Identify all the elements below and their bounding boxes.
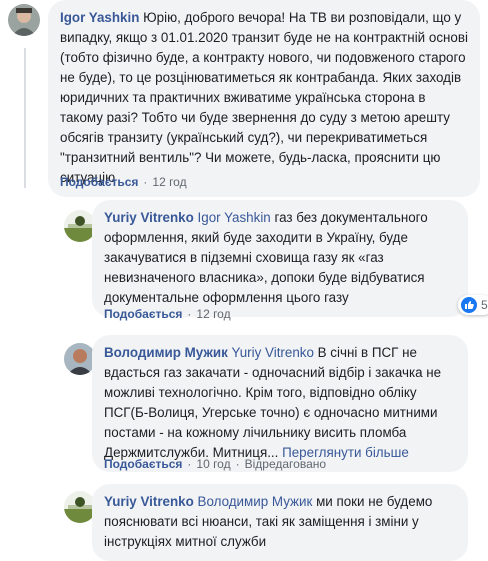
comment-bubble: Igor Yashkin Юрію, доброго вечора! На ТВ… xyxy=(48,0,480,197)
like-button[interactable]: Подобається xyxy=(104,307,182,321)
timestamp[interactable]: 12 год xyxy=(152,175,186,189)
comment-meta: Подобається · 10 год · Відредаговано xyxy=(104,457,327,471)
edited-label[interactable]: Відредаговано xyxy=(245,457,326,471)
reply-bubble: Yuriy Vitrenko Igor Yashkin газ без доку… xyxy=(92,200,468,317)
comment-author[interactable]: Yuriy Vitrenko xyxy=(104,210,194,225)
comment-author[interactable]: Володимир Мужик xyxy=(104,345,228,360)
comment-author[interactable]: Igor Yashkin xyxy=(60,10,139,25)
comment-meta: Подобається · 12 год xyxy=(104,307,231,321)
avatar-igor-yashkin[interactable] xyxy=(8,4,40,36)
timestamp[interactable]: 10 год xyxy=(196,457,230,471)
like-button[interactable]: Подобається xyxy=(60,175,138,189)
comment-author[interactable]: Yuriy Vitrenko xyxy=(104,494,194,509)
mention-link[interactable]: Володимир Мужик xyxy=(198,494,313,509)
timestamp[interactable]: 12 год xyxy=(196,307,230,321)
thread-line xyxy=(24,48,26,188)
mention-link[interactable]: Yuriy Vitrenko xyxy=(232,345,314,360)
comment-text: Юрію, доброго вечора! На ТВ ви розповіда… xyxy=(60,10,468,185)
reaction-count: 5 xyxy=(481,298,488,312)
mention-link[interactable]: Igor Yashkin xyxy=(198,210,271,225)
reply-bubble: Yuriy Vitrenko Володимир Мужик ми поки н… xyxy=(92,484,468,561)
comment-text: В січні в ПСГ не вдасться газ закачати -… xyxy=(104,345,442,460)
reaction-summary[interactable]: 5 xyxy=(458,295,488,315)
like-button[interactable]: Подобається xyxy=(104,457,182,471)
thumbs-up-icon xyxy=(461,297,477,313)
reply-bubble: Володимир Мужик Yuriy Vitrenko В січні в… xyxy=(92,335,468,472)
comment-meta: Подобається · 12 год xyxy=(60,175,187,189)
